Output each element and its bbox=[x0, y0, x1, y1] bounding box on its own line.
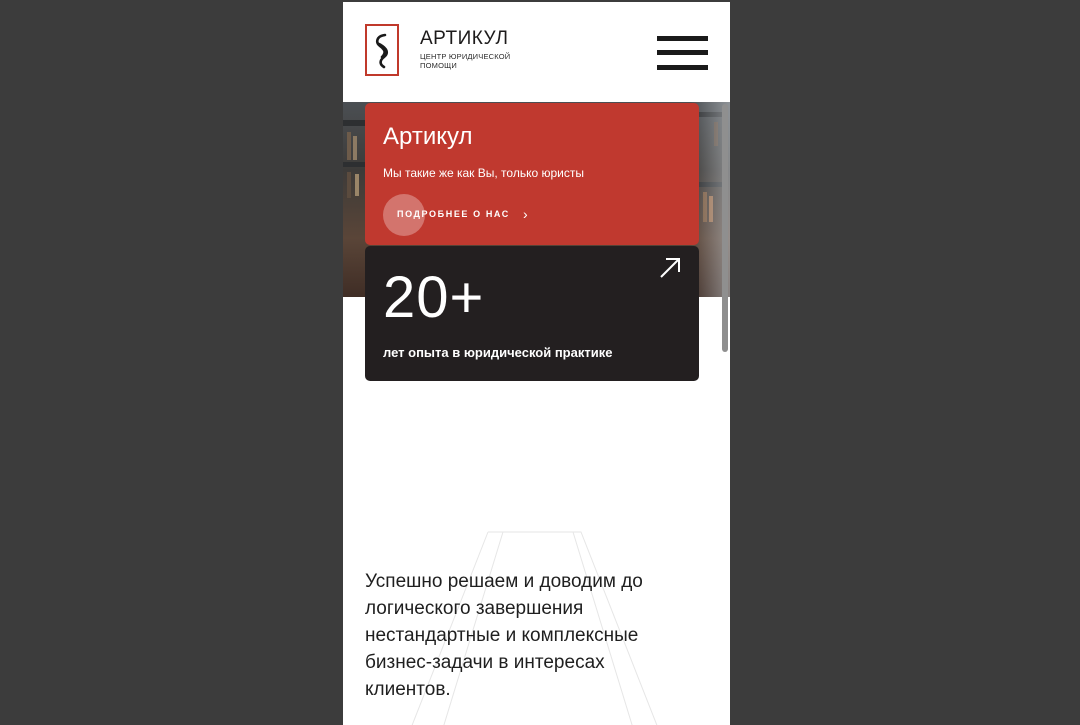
experience-value: 20+ bbox=[383, 265, 485, 330]
about-us-label: ПОДРОБНЕЕ О НАС bbox=[397, 209, 510, 219]
hero-card: Артикул Мы такие же как Вы, только юрист… bbox=[365, 103, 699, 245]
logo[interactable] bbox=[365, 24, 399, 76]
brand-name: АРТИКУЛ bbox=[420, 28, 509, 49]
about-us-button[interactable]: ПОДРОБНЕЕ О НАС › bbox=[383, 194, 553, 236]
scrollbar-thumb[interactable] bbox=[722, 104, 728, 352]
brand-subtitle: ЦЕНТР ЮРИДИЧЕСКОЙ ПОМОЩИ bbox=[420, 52, 511, 70]
chevron-right-icon: › bbox=[523, 206, 528, 222]
hero-title: Артикул bbox=[383, 123, 473, 150]
section-sign-logo-icon bbox=[375, 33, 389, 69]
mobile-viewport: АРТИКУЛ ЦЕНТР ЮРИДИЧЕСКОЙ ПОМОЩИ Артикул… bbox=[343, 2, 730, 725]
description-text: Успешно решаем и доводим до логического … bbox=[365, 571, 643, 700]
arrow-up-right-icon[interactable] bbox=[658, 256, 682, 285]
site-header: АРТИКУЛ ЦЕНТР ЮРИДИЧЕСКОЙ ПОМОЩИ bbox=[343, 2, 730, 102]
brand: АРТИКУЛ ЦЕНТР ЮРИДИЧЕСКОЙ ПОМОЩИ bbox=[420, 28, 520, 71]
hamburger-menu-icon[interactable] bbox=[657, 36, 708, 70]
experience-caption: лет опыта в юридической практике bbox=[383, 345, 613, 360]
experience-card: 20+ лет опыта в юридической практике bbox=[365, 246, 699, 381]
hero-subtitle: Мы такие же как Вы, только юристы bbox=[383, 166, 584, 180]
